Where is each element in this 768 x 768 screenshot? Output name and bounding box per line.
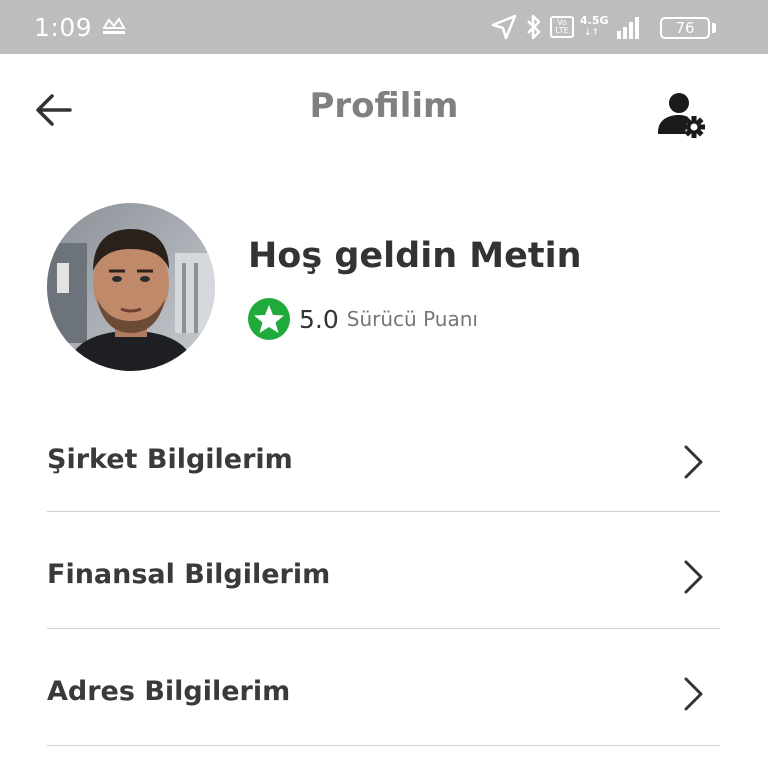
rating-label: Sürücü Puanı <box>346 307 478 331</box>
menu-item-label: Adres Bilgilerim <box>47 676 291 707</box>
menu-item-company-info[interactable]: Şirket Bilgilerim <box>47 404 720 512</box>
battery-tip <box>712 23 716 33</box>
network-type-label: 4.5G ↓↑ <box>580 14 609 38</box>
menu-item-label: Şirket Bilgilerim <box>47 444 293 475</box>
status-bar: 1:09 Vo LTE 4.5G ↓↑ 76 <box>0 0 768 54</box>
app-header: Profilim <box>0 54 768 164</box>
battery-icon: 76 <box>660 17 710 39</box>
menu-item-label: Finansal Bilgilerim <box>47 559 331 590</box>
chevron-right-icon <box>684 445 703 479</box>
avatar-photo <box>47 203 215 371</box>
location-arrow-icon <box>491 14 517 40</box>
bluetooth-icon <box>527 14 541 40</box>
rating-value: 5.0 <box>299 304 339 334</box>
menu-item-address-info[interactable]: Adres Bilgilerim <box>47 629 720 746</box>
status-icons: Vo LTE 4.5G ↓↑ <box>490 12 642 42</box>
volte-icon: Vo LTE <box>550 16 574 38</box>
signal-strength-icon <box>617 17 639 39</box>
profile-menu: Şirket Bilgilerim Finansal Bilgilerim Ad… <box>47 404 720 746</box>
app-notification-icon <box>102 17 126 34</box>
chevron-right-icon <box>684 677 703 711</box>
chevron-right-icon <box>684 560 703 594</box>
status-time: 1:09 <box>34 13 93 42</box>
driver-rating: 5.0 Sürücü Puanı <box>247 297 478 341</box>
star-badge-icon <box>248 298 290 340</box>
avatar[interactable] <box>47 203 215 371</box>
welcome-text: Hoş geldin Metin <box>248 236 582 276</box>
menu-item-financial-info[interactable]: Finansal Bilgilerim <box>47 512 720 629</box>
user-settings-icon[interactable] <box>652 90 708 142</box>
